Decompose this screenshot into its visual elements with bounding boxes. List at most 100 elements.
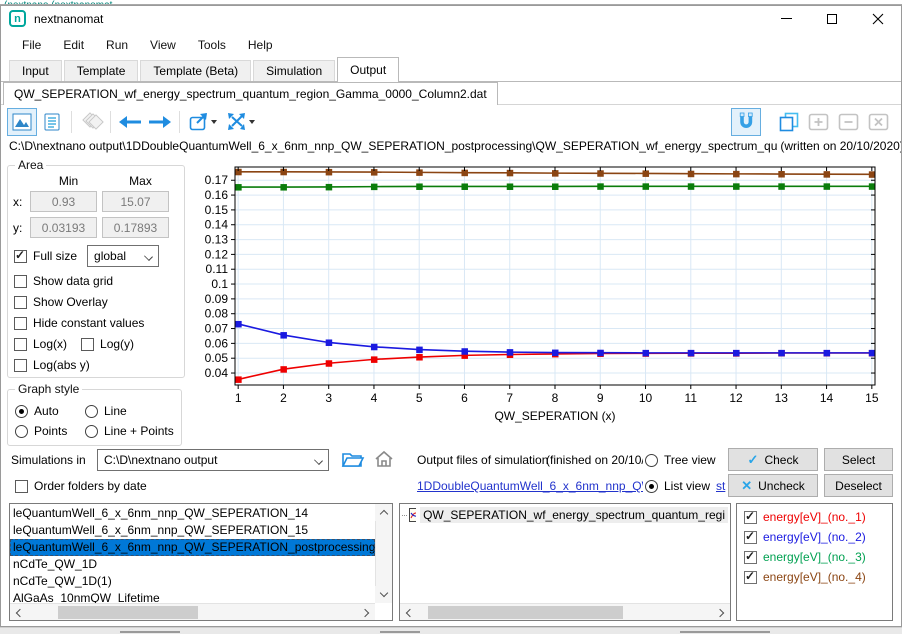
y-min-field[interactable]: 0.03193 bbox=[30, 217, 97, 238]
folder-list-vscrollbar[interactable] bbox=[375, 504, 392, 603]
list-item[interactable]: leQuantumWell_6_x_6nm_nnp_QW_SEPERATION_… bbox=[10, 522, 375, 539]
svg-text:0.17: 0.17 bbox=[205, 173, 229, 187]
hscroll-thumb[interactable] bbox=[428, 606, 623, 619]
min-header: Min bbox=[35, 174, 102, 188]
tab-output[interactable]: Output bbox=[337, 57, 399, 82]
show-data-grid-checkbox[interactable] bbox=[14, 275, 27, 288]
minimize-button[interactable] bbox=[763, 6, 809, 31]
toolbar-separator bbox=[179, 111, 180, 133]
show-data-grid-label: Show data grid bbox=[33, 274, 113, 288]
uncheck-button[interactable]: ✕ Uncheck bbox=[728, 474, 818, 497]
list-item-selected[interactable]: leQuantumWell_6_x_6nm_nnp_QW_SEPERATION_… bbox=[10, 539, 375, 556]
overlay-button[interactable] bbox=[76, 108, 106, 136]
hscroll-thumb[interactable] bbox=[58, 606, 198, 619]
log-abs-y-checkbox[interactable] bbox=[14, 359, 27, 372]
menu-tools[interactable]: Tools bbox=[187, 34, 237, 56]
menu-view[interactable]: View bbox=[139, 34, 187, 56]
app-window: n nextnanomat File Edit Run View Tools H… bbox=[0, 5, 902, 627]
tab-template[interactable]: Template bbox=[64, 60, 139, 82]
list-item[interactable]: nCdTe_QW_1D bbox=[10, 556, 375, 573]
scroll-up-button[interactable] bbox=[375, 504, 392, 521]
scroll-right-button[interactable] bbox=[713, 604, 730, 621]
list-item[interactable]: leQuantumWell_6_x_6nm_nnp_QW_SEPERATION_… bbox=[10, 505, 375, 522]
tree-view-radio[interactable] bbox=[645, 454, 658, 467]
order-folders-checkbox[interactable] bbox=[15, 480, 28, 493]
y-max-field[interactable]: 0.17893 bbox=[102, 217, 169, 238]
graph-style-line-radio[interactable] bbox=[85, 405, 98, 418]
graph-style-auto-radio[interactable] bbox=[15, 405, 28, 418]
menu-help[interactable]: Help bbox=[237, 34, 284, 56]
curve-4-checkbox[interactable] bbox=[744, 571, 757, 584]
tab-simulation[interactable]: Simulation bbox=[253, 60, 335, 82]
svg-text:10: 10 bbox=[639, 391, 653, 405]
simulation-link[interactable]: 1DDoubleQuantumWell_6_x_6nm_nnp_QW_SEP bbox=[417, 479, 643, 493]
text-view-button[interactable] bbox=[37, 108, 67, 136]
close-button[interactable] bbox=[855, 6, 901, 31]
energy-spectrum-chart[interactable]: 1234567891011121314150.040.050.060.070.0… bbox=[185, 158, 893, 438]
legend-item[interactable]: energy[eV]_(no._4) bbox=[737, 567, 892, 587]
order-folders-option[interactable]: Order folders by date bbox=[15, 479, 147, 493]
simulations-path-combobox[interactable]: C:\D\nextnano output bbox=[97, 449, 329, 471]
scroll-left-button[interactable] bbox=[400, 604, 417, 621]
folder-list-items: leQuantumWell_6_x_6nm_nnp_QW_SEPERATION_… bbox=[10, 505, 375, 603]
file-list-hscrollbar[interactable] bbox=[400, 603, 730, 620]
export-button[interactable] bbox=[184, 108, 222, 136]
curve-2-checkbox[interactable] bbox=[744, 531, 757, 544]
browse-folder-button[interactable] bbox=[341, 449, 365, 472]
file-tab[interactable]: QW_SEPERATION_wf_energy_spectrum_quantum… bbox=[3, 82, 498, 105]
back-button[interactable] bbox=[115, 108, 145, 136]
output-file-item[interactable]: QW_SEPERATION_wf_energy_spectrum_quantum… bbox=[400, 504, 730, 523]
close-view-button[interactable] bbox=[863, 108, 893, 136]
scale-select[interactable]: global bbox=[87, 245, 159, 267]
svg-text:QW_SEPERATION (x): QW_SEPERATION (x) bbox=[494, 409, 615, 423]
hide-constant-checkbox[interactable] bbox=[14, 317, 27, 330]
check-button[interactable]: ✓ Check bbox=[728, 448, 818, 471]
folder-list-hscrollbar[interactable] bbox=[10, 603, 375, 620]
graph-style-line-points-radio[interactable] bbox=[85, 425, 98, 438]
x-min-field[interactable]: 0.93 bbox=[30, 191, 97, 212]
legend-item[interactable]: energy[eV]_(no._2) bbox=[737, 527, 892, 547]
curve-1-checkbox[interactable] bbox=[744, 511, 757, 524]
duplicate-window-button[interactable] bbox=[773, 108, 803, 136]
tree-view-option[interactable]: Tree view bbox=[645, 453, 716, 467]
menu-edit[interactable]: Edit bbox=[52, 34, 95, 56]
forward-button[interactable] bbox=[145, 108, 175, 136]
plus-icon bbox=[808, 112, 829, 132]
tab-template-beta[interactable]: Template (Beta) bbox=[140, 60, 251, 82]
legend-item[interactable]: energy[eV]_(no._1) bbox=[737, 507, 892, 527]
graph-view-button[interactable] bbox=[7, 108, 37, 136]
trailing-link[interactable]: st bbox=[716, 479, 725, 493]
full-size-checkbox[interactable] bbox=[14, 250, 27, 263]
list-view-option[interactable]: List view bbox=[645, 479, 710, 493]
list-item[interactable]: AlGaAs_10nmQW_Lifetime bbox=[10, 590, 375, 603]
list-view-radio[interactable] bbox=[645, 480, 658, 493]
graph-style-points-radio[interactable] bbox=[15, 425, 28, 438]
scroll-left-button[interactable] bbox=[10, 604, 27, 621]
scroll-right-button[interactable] bbox=[358, 604, 375, 621]
zoom-in-button[interactable] bbox=[803, 108, 833, 136]
curve-3-checkbox[interactable] bbox=[744, 551, 757, 564]
svg-text:9: 9 bbox=[597, 391, 604, 405]
file-path-bar: C:\D\nextnano output\1DDoubleQuantumWell… bbox=[1, 138, 901, 156]
written-on-note: (written on 20/10/2020) bbox=[780, 139, 901, 153]
select-button[interactable]: Select bbox=[824, 448, 893, 471]
x-max-field[interactable]: 15.07 bbox=[102, 191, 169, 212]
menu-file[interactable]: File bbox=[11, 34, 52, 56]
zoom-out-button[interactable] bbox=[833, 108, 863, 136]
maximize-button[interactable] bbox=[809, 6, 855, 31]
tab-input[interactable]: Input bbox=[9, 60, 62, 82]
deselect-button[interactable]: Deselect bbox=[824, 474, 893, 497]
menu-run[interactable]: Run bbox=[95, 34, 139, 56]
bottom-panel: Simulations in C:\D\nextnano output Outp… bbox=[9, 447, 893, 624]
log-y-checkbox[interactable] bbox=[81, 338, 94, 351]
snap-magnet-button[interactable] bbox=[731, 108, 761, 136]
home-button[interactable] bbox=[373, 449, 395, 472]
graph-style-row-1: Auto Line bbox=[15, 404, 174, 418]
minmax-header: Min Max bbox=[35, 174, 179, 188]
log-x-checkbox[interactable] bbox=[14, 338, 27, 351]
legend-item[interactable]: energy[eV]_(no._3) bbox=[737, 547, 892, 567]
show-overlay-checkbox[interactable] bbox=[14, 296, 27, 309]
scroll-down-button[interactable] bbox=[375, 586, 392, 603]
list-item[interactable]: nCdTe_QW_1D(1) bbox=[10, 573, 375, 590]
fullscreen-button[interactable] bbox=[222, 108, 260, 136]
